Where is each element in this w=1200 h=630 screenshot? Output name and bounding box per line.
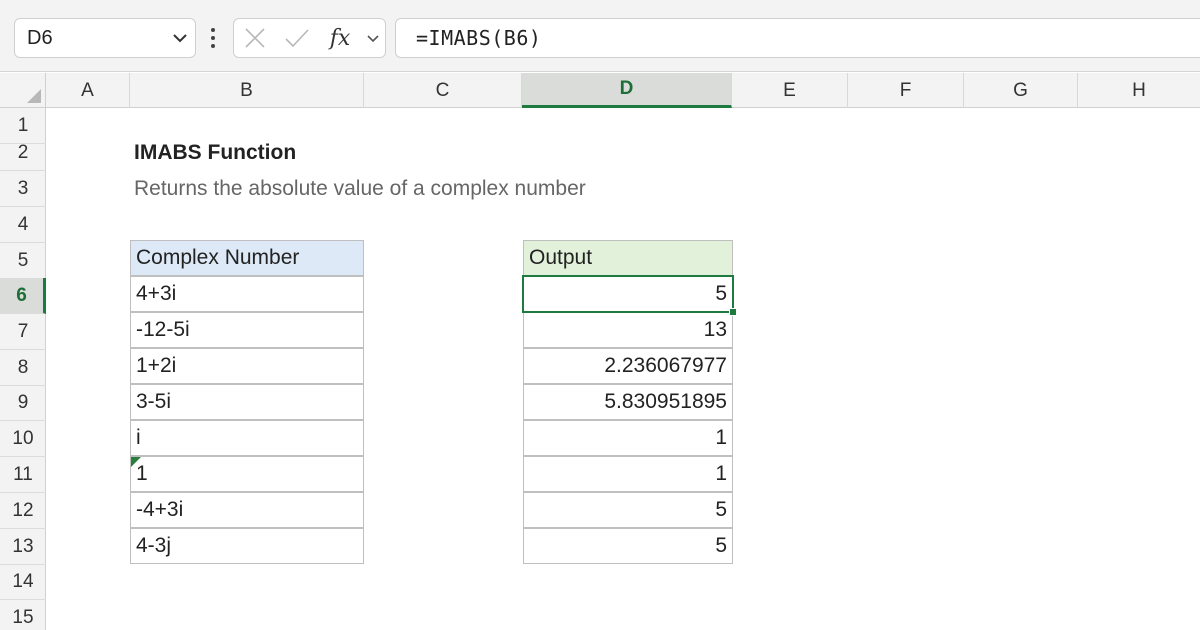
enter-check-icon[interactable]: [276, 19, 318, 57]
row-header-3[interactable]: 3: [0, 171, 46, 207]
select-all-button[interactable]: [0, 73, 46, 108]
output-cell-d13[interactable]: 5: [523, 528, 733, 564]
formula-bar: D6 fx =IMABS(B6): [0, 0, 1200, 72]
row-header-8[interactable]: 8: [0, 350, 46, 386]
row-header-2[interactable]: 2: [0, 135, 46, 171]
input-cell-b7[interactable]: -12-5i: [130, 312, 364, 348]
column-headers: A B C D E F G H: [46, 73, 1200, 108]
row-header-15[interactable]: 15: [0, 600, 46, 630]
formula-actions: fx: [233, 18, 386, 58]
output-cell-d7[interactable]: 13: [523, 312, 733, 348]
input-cell-b13[interactable]: 4-3j: [130, 528, 364, 564]
chevron-down-icon[interactable]: [165, 19, 195, 57]
select-all-icon: [27, 89, 41, 103]
worksheet[interactable]: IMABS Function Returns the absolute valu…: [46, 108, 1200, 630]
column-header-c[interactable]: C: [364, 73, 522, 108]
input-cell-b9[interactable]: 3-5i: [130, 384, 364, 420]
insert-function-button[interactable]: fx: [318, 19, 362, 57]
page-title: IMABS Function: [134, 141, 297, 164]
input-cell-b12[interactable]: -4+3i: [130, 492, 364, 528]
page-subtitle: Returns the absolute value of a complex …: [134, 177, 586, 200]
row-header-12[interactable]: 12: [0, 493, 46, 529]
fill-handle[interactable]: [729, 308, 737, 316]
input-cell-b10[interactable]: i: [130, 420, 364, 456]
name-box[interactable]: D6: [14, 18, 196, 58]
output-cell-d8[interactable]: 2.236067977: [523, 348, 733, 384]
output-column-header[interactable]: Output: [523, 240, 733, 276]
column-header-a[interactable]: A: [46, 73, 130, 108]
row-header-10[interactable]: 10: [0, 421, 46, 457]
row-header-13[interactable]: 13: [0, 529, 46, 565]
chevron-down-icon[interactable]: [362, 19, 384, 57]
name-box-value: D6: [27, 26, 53, 49]
more-options-icon[interactable]: [205, 22, 221, 54]
column-header-b[interactable]: B: [130, 73, 364, 108]
row-header-14[interactable]: 14: [0, 564, 46, 600]
output-cell-d6[interactable]: 5: [523, 276, 733, 312]
error-indicator-icon[interactable]: [131, 457, 141, 467]
column-header-f[interactable]: F: [848, 73, 964, 108]
formula-input[interactable]: =IMABS(B6): [395, 18, 1200, 58]
output-cell-d12[interactable]: 5: [523, 492, 733, 528]
column-header-h[interactable]: H: [1078, 73, 1200, 108]
row-header-7[interactable]: 7: [0, 314, 46, 350]
column-header-e[interactable]: E: [732, 73, 848, 108]
formula-text: =IMABS(B6): [416, 26, 542, 50]
column-header-g[interactable]: G: [964, 73, 1078, 108]
input-cell-b11[interactable]: 1: [130, 456, 364, 492]
output-cell-d10[interactable]: 1: [523, 420, 733, 456]
input-cell-b8[interactable]: 1+2i: [130, 348, 364, 384]
input-column-header[interactable]: Complex Number: [130, 240, 364, 276]
row-header-5[interactable]: 5: [0, 243, 46, 279]
row-header-4[interactable]: 4: [0, 207, 46, 243]
row-header-9[interactable]: 9: [0, 385, 46, 421]
cancel-icon[interactable]: [234, 19, 276, 57]
row-headers: 1 2 3 4 5 6 7 8 9 10 11 12 13 14 15: [0, 108, 46, 630]
input-cell-b6[interactable]: 4+3i: [130, 276, 364, 312]
row-header-6[interactable]: 6: [0, 278, 46, 314]
column-header-d[interactable]: D: [522, 73, 732, 108]
output-cell-d11[interactable]: 1: [523, 456, 733, 492]
output-cell-d9[interactable]: 5.830951895: [523, 384, 733, 420]
row-header-11[interactable]: 11: [0, 457, 46, 493]
fx-label: fx: [329, 25, 351, 51]
